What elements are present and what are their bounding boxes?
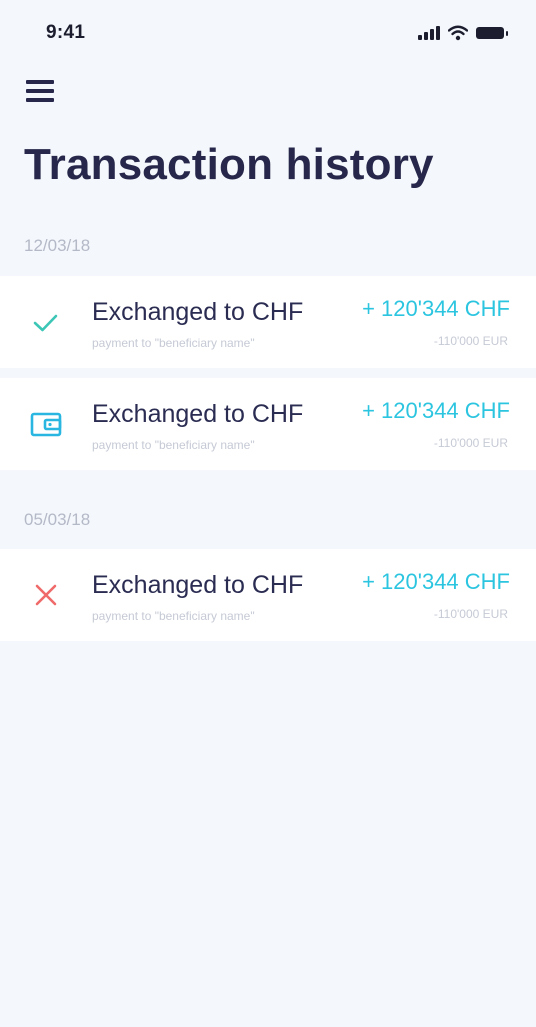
- transaction-title: Exchanged to CHF: [92, 298, 304, 326]
- transaction-title: Exchanged to CHF: [92, 571, 304, 599]
- transaction-amount: + 120'344 CHF: [362, 398, 510, 423]
- date-header: 05/03/18: [24, 510, 91, 529]
- transaction-amount: + 120'344 CHF: [362, 296, 510, 321]
- status-bar: 9:41: [0, 0, 536, 64]
- check-icon: [33, 314, 58, 332]
- date-header: 12/03/18: [24, 236, 91, 255]
- transaction-row[interactable]: Exchanged to CHF payment to "beneficiary…: [0, 549, 536, 641]
- transaction-original-amount: -110'000 EUR: [433, 607, 508, 621]
- transaction-amount: + 120'344 CHF: [362, 569, 510, 594]
- transaction-original-amount: -110'000 EUR: [433, 334, 508, 348]
- battery-icon: [476, 27, 508, 39]
- transaction-row[interactable]: Exchanged to CHF payment to "beneficiary…: [0, 378, 536, 470]
- status-icons: [418, 25, 510, 41]
- transaction-subtitle: payment to "beneficiary name": [92, 438, 255, 452]
- transaction-original-amount: -110'000 EUR: [433, 436, 508, 450]
- transaction-subtitle: payment to "beneficiary name": [92, 336, 255, 350]
- hamburger-line: [26, 98, 54, 102]
- close-icon: [35, 584, 57, 606]
- page-title: Transaction history: [24, 140, 434, 189]
- menu-button[interactable]: [26, 80, 56, 104]
- status-time: 9:41: [46, 22, 86, 43]
- transaction-row[interactable]: Exchanged to CHF payment to "beneficiary…: [0, 276, 536, 368]
- hamburger-line: [26, 89, 54, 93]
- transaction-subtitle: payment to "beneficiary name": [92, 609, 255, 623]
- hamburger-line: [26, 80, 54, 84]
- transaction-title: Exchanged to CHF: [92, 400, 304, 428]
- cellular-signal-icon: [418, 26, 440, 40]
- wifi-icon: [448, 25, 468, 41]
- wallet-icon: [30, 412, 62, 437]
